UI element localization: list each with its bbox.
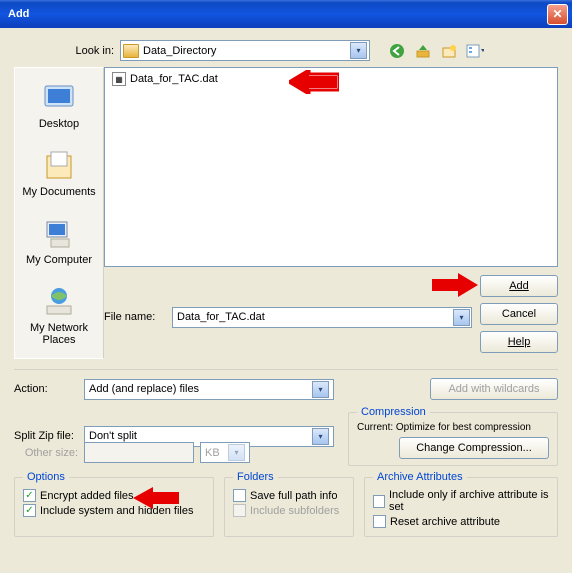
documents-icon (41, 148, 77, 184)
place-my-documents[interactable]: My Documents (17, 144, 101, 202)
chevron-down-icon[interactable]: ▾ (312, 428, 329, 445)
compression-legend: Compression (357, 406, 430, 418)
include-only-archive-checkbox[interactable]: Include only if archive attribute is set (373, 489, 549, 513)
other-size-unit: KB ▾ (200, 442, 250, 463)
chevron-down-icon[interactable]: ▾ (312, 381, 329, 398)
cancel-button[interactable]: Cancel (480, 303, 558, 325)
folders-group: Folders Save full path info Include subf… (224, 471, 354, 537)
places-bar: Desktop My Documents My Computer My Netw… (14, 67, 104, 359)
network-icon (41, 284, 77, 320)
compression-current: Current: Optimize for best compression (357, 422, 549, 433)
place-my-computer[interactable]: My Computer (17, 212, 101, 270)
place-desktop[interactable]: Desktop (17, 76, 101, 134)
compression-group: Compression Current: Optimize for best c… (348, 406, 558, 466)
place-label: Desktop (39, 118, 79, 130)
filename-label: File name: (104, 311, 172, 323)
title-bar: Add ✕ (0, 0, 572, 28)
file-item-label: Data_for_TAC.dat (130, 73, 218, 85)
save-full-path-checkbox[interactable]: Save full path info (233, 489, 345, 502)
options-legend: Options (23, 471, 69, 483)
change-compression-button[interactable]: Change Compression... (399, 437, 549, 459)
other-size-input (84, 442, 194, 463)
include-hidden-checkbox[interactable]: ✓Include system and hidden files (23, 504, 205, 517)
chevron-down-icon[interactable]: ▾ (350, 42, 367, 59)
up-icon[interactable] (414, 42, 432, 60)
options-group: Options ✓Encrypt added files ✓Include sy… (14, 471, 214, 537)
close-button[interactable]: ✕ (547, 4, 568, 25)
new-folder-icon[interactable] (440, 42, 458, 60)
annotation-arrow (432, 273, 478, 297)
action-label: Action: (14, 383, 84, 395)
chevron-down-icon[interactable]: ▾ (453, 309, 470, 326)
other-size-label: Other size: (14, 447, 84, 459)
place-label: My Network Places (19, 322, 99, 346)
split-label: Split Zip file: (14, 430, 84, 442)
place-label: My Computer (26, 254, 92, 266)
action-value: Add (and replace) files (89, 383, 199, 395)
file-icon: ▦ (112, 72, 126, 86)
annotation-arrow (289, 70, 339, 94)
folders-legend: Folders (233, 471, 278, 483)
back-icon[interactable] (388, 42, 406, 60)
filename-input[interactable]: Data_for_TAC.dat ▾ (172, 307, 472, 328)
place-label: My Documents (22, 186, 95, 198)
lookin-value: Data_Directory (143, 45, 216, 57)
lookin-select[interactable]: Data_Directory ▾ (120, 40, 370, 61)
window-title: Add (8, 8, 29, 20)
place-my-network[interactable]: My Network Places (17, 280, 101, 350)
encrypt-checkbox[interactable]: ✓Encrypt added files (23, 489, 205, 502)
split-value: Don't split (89, 430, 137, 442)
folder-icon (123, 44, 139, 58)
archive-legend: Archive Attributes (373, 471, 467, 483)
views-icon[interactable] (466, 42, 484, 60)
action-select[interactable]: Add (and replace) files ▾ (84, 379, 334, 400)
filename-value: Data_for_TAC.dat (177, 311, 265, 323)
add-wildcards-button: Add with wildcards (430, 378, 558, 400)
file-list[interactable]: ▦ Data_for_TAC.dat (104, 67, 558, 267)
lookin-label: Look in: (62, 45, 114, 57)
file-item[interactable]: ▦ Data_for_TAC.dat (107, 70, 223, 88)
computer-icon (41, 216, 77, 252)
add-button[interactable]: Add (480, 275, 558, 297)
archive-attributes-group: Archive Attributes Include only if archi… (364, 471, 558, 537)
reset-archive-checkbox[interactable]: Reset archive attribute (373, 515, 549, 528)
help-button[interactable]: Help (480, 331, 558, 353)
desktop-icon (41, 80, 77, 116)
include-subfolders-checkbox: Include subfolders (233, 504, 345, 517)
chevron-down-icon: ▾ (228, 444, 245, 461)
